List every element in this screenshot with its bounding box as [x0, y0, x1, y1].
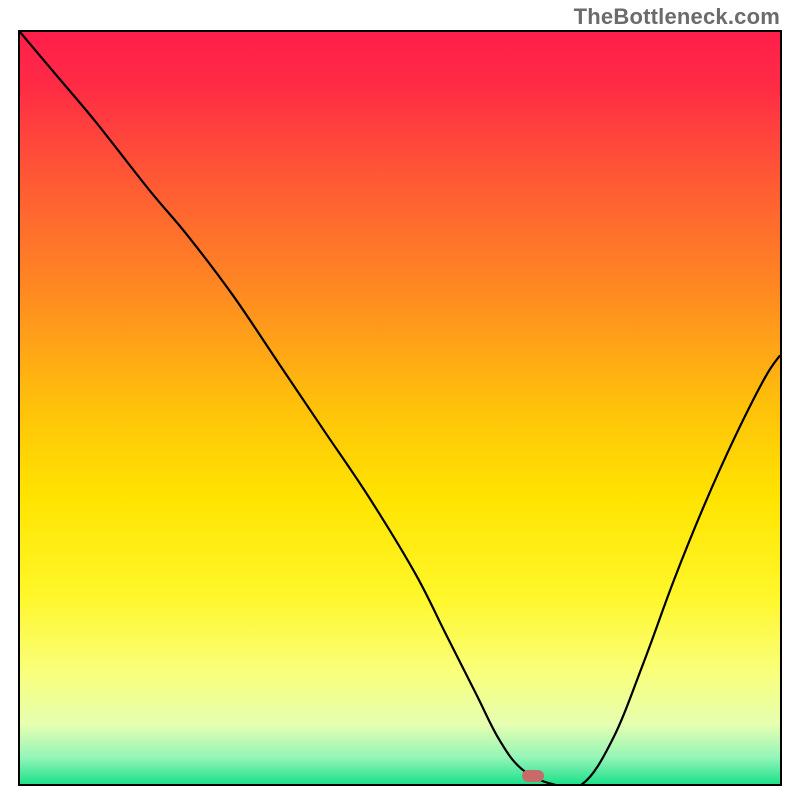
watermark-text: TheBottleneck.com: [574, 4, 780, 30]
curve-svg: [20, 32, 780, 784]
optimal-point-marker: [522, 770, 544, 782]
plot-frame: [18, 30, 782, 786]
bottleneck-curve: [20, 32, 780, 784]
